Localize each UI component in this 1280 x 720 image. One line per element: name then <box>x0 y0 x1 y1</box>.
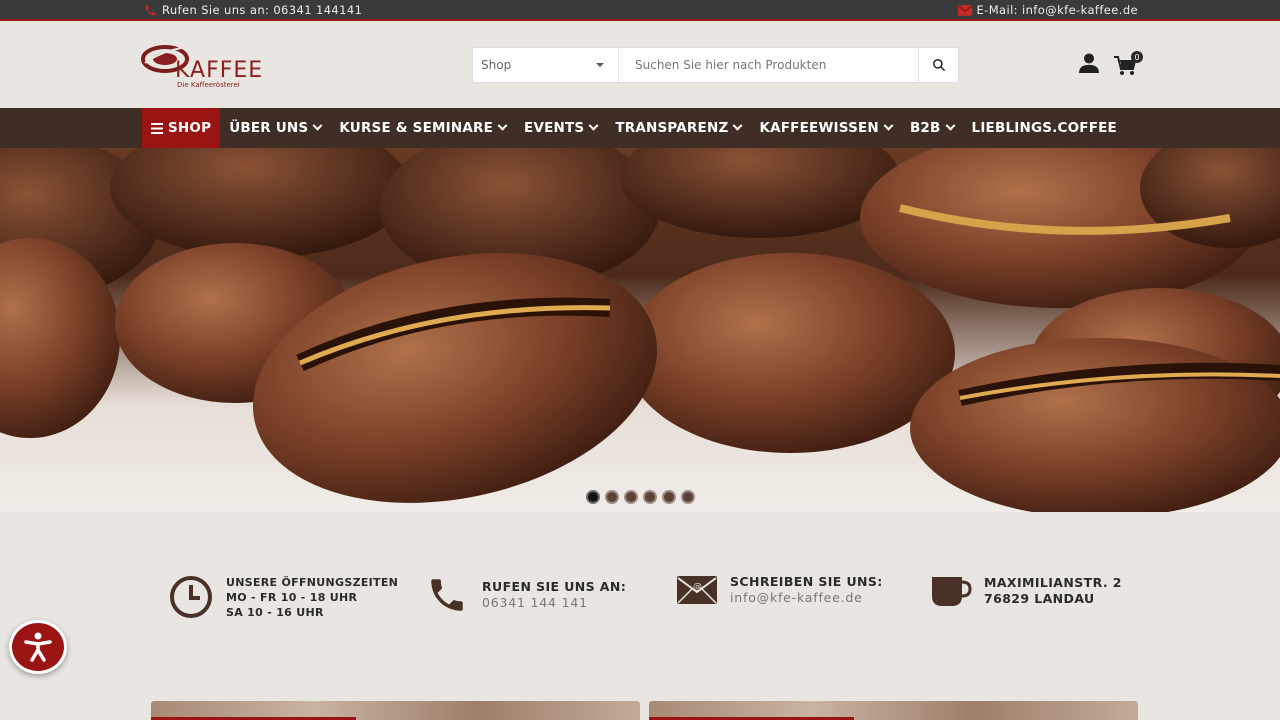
address-line2: 76829 LANDAU <box>984 591 1095 606</box>
slider-dot[interactable] <box>643 490 657 504</box>
call-number[interactable]: 06341 144 141 <box>482 595 626 611</box>
search-bar: Shop <box>472 47 959 83</box>
nav-item-transparenz[interactable]: TRANSPARENZ <box>606 108 750 148</box>
phone-icon <box>431 579 463 611</box>
accessibility-icon <box>24 632 52 662</box>
address-line1: MAXIMILIANSTR. 2 <box>984 575 1122 590</box>
chevron-down-icon <box>733 120 743 131</box>
phone-icon <box>144 4 157 17</box>
accessibility-button[interactable] <box>9 620 67 674</box>
nav-item-label: TRANSPARENZ <box>615 120 729 136</box>
category-tile[interactable] <box>649 701 1138 720</box>
coffee-beans-image <box>0 148 1280 512</box>
logo-graphic: KAFFEE Die Kaffeerösterei <box>141 45 263 89</box>
slider-dot[interactable] <box>624 490 638 504</box>
search-icon <box>932 59 945 71</box>
nav-item-label: SHOP <box>168 120 212 136</box>
nav-item-label: LIEBLINGS.COFFEE <box>971 120 1117 136</box>
slider-dots <box>586 490 695 504</box>
cart-count-badge: 0 <box>1131 51 1143 63</box>
coffee-cup-icon <box>932 577 972 606</box>
topbar-email-text: E-Mail: info@kfe-kaffee.de <box>976 3 1138 17</box>
write-title: SCHREIBEN SIE UNS: <box>730 574 883 589</box>
nav-item-label: B2B <box>909 120 941 136</box>
nav-item-kaffeewissen[interactable]: KAFFEEWISSEN <box>750 108 900 148</box>
slider-dot[interactable] <box>662 490 676 504</box>
topbar-phone[interactable]: Rufen Sie uns an: 06341 144141 <box>144 3 362 17</box>
opening-hours: UNSERE ÖFFNUNGSZEITEN MO - FR 10 - 18 UH… <box>168 574 398 620</box>
site-header: KAFFEE Die Kaffeerösterei Shop 0 <box>0 23 1280 108</box>
chevron-down-icon <box>945 120 955 131</box>
nav-item-kurse-seminare[interactable]: KURSE & SEMINARE <box>330 108 515 148</box>
cart-button[interactable]: 0 <box>1113 51 1143 77</box>
topbar-email[interactable]: E-Mail: info@kfe-kaffee.de <box>957 3 1139 17</box>
hours-line1: MO - FR 10 - 18 UHR <box>226 590 358 604</box>
slider-dot[interactable] <box>586 490 600 504</box>
chevron-down-icon <box>883 120 894 131</box>
search-input[interactable] <box>619 48 918 82</box>
nav-item-label: KAFFEEWISSEN <box>759 120 879 136</box>
account-button[interactable] <box>1078 53 1100 77</box>
topbar-phone-text: Rufen Sie uns an: 06341 144141 <box>162 3 363 17</box>
user-icon <box>1079 53 1099 73</box>
chevron-down-icon <box>312 120 323 131</box>
nav-item-ueber-uns[interactable]: ÜBER UNS <box>220 108 330 148</box>
slider-dot[interactable] <box>681 490 695 504</box>
hours-title: UNSERE ÖFFNUNGSZEITEN <box>226 575 399 589</box>
main-navigation: SHOP ÜBER UNS KURSE & SEMINARE EVENTS TR… <box>0 108 1280 148</box>
svg-text:@: @ <box>693 582 702 592</box>
call-title: RUFEN SIE UNS AN: <box>482 579 627 594</box>
mail-icon <box>957 4 972 16</box>
nav-item-b2b[interactable]: B2B <box>901 108 963 148</box>
call-us[interactable]: RUFEN SIE UNS AN: 06341 144 141 <box>424 574 626 616</box>
chevron-down-icon <box>596 63 604 67</box>
mail-icon: @ <box>677 576 717 604</box>
nav-item-label: KURSE & SEMINARE <box>339 120 494 136</box>
hours-line2: SA 10 - 16 UHR <box>226 605 324 619</box>
top-bar: Rufen Sie uns an: 06341 144141 E-Mail: i… <box>0 0 1280 21</box>
category-tile[interactable] <box>151 701 640 720</box>
write-email[interactable]: info@kfe-kaffee.de <box>730 590 883 606</box>
search-button[interactable] <box>918 48 958 82</box>
address: MAXIMILIANSTR. 2 76829 LANDAU <box>930 574 1122 608</box>
svg-text:Die Kaffeerösterei: Die Kaffeerösterei <box>177 81 240 89</box>
nav-item-label: ÜBER UNS <box>229 120 309 136</box>
info-strip: UNSERE ÖFFNUNGSZEITEN MO - FR 10 - 18 UH… <box>0 512 1280 700</box>
chevron-down-icon <box>497 120 508 131</box>
menu-icon <box>151 122 163 134</box>
nav-item-lieblings-coffee[interactable]: LIEBLINGS.COFFEE <box>963 108 1126 148</box>
slider-dot[interactable] <box>605 490 619 504</box>
chevron-down-icon <box>588 120 599 131</box>
write-us[interactable]: @ SCHREIBEN SIE UNS: info@kfe-kaffee.de <box>676 574 883 606</box>
nav-item-events[interactable]: EVENTS <box>515 108 606 148</box>
svg-text:KAFFEE: KAFFEE <box>175 58 263 83</box>
nav-item-shop[interactable]: SHOP <box>142 108 221 148</box>
search-category-select[interactable]: Shop <box>473 48 619 82</box>
nav-item-label: EVENTS <box>524 120 585 136</box>
hero-slider[interactable] <box>0 148 1280 512</box>
clock-icon <box>170 576 212 618</box>
search-category-value: Shop <box>481 58 512 72</box>
logo[interactable]: KAFFEE Die Kaffeerösterei <box>141 41 281 91</box>
